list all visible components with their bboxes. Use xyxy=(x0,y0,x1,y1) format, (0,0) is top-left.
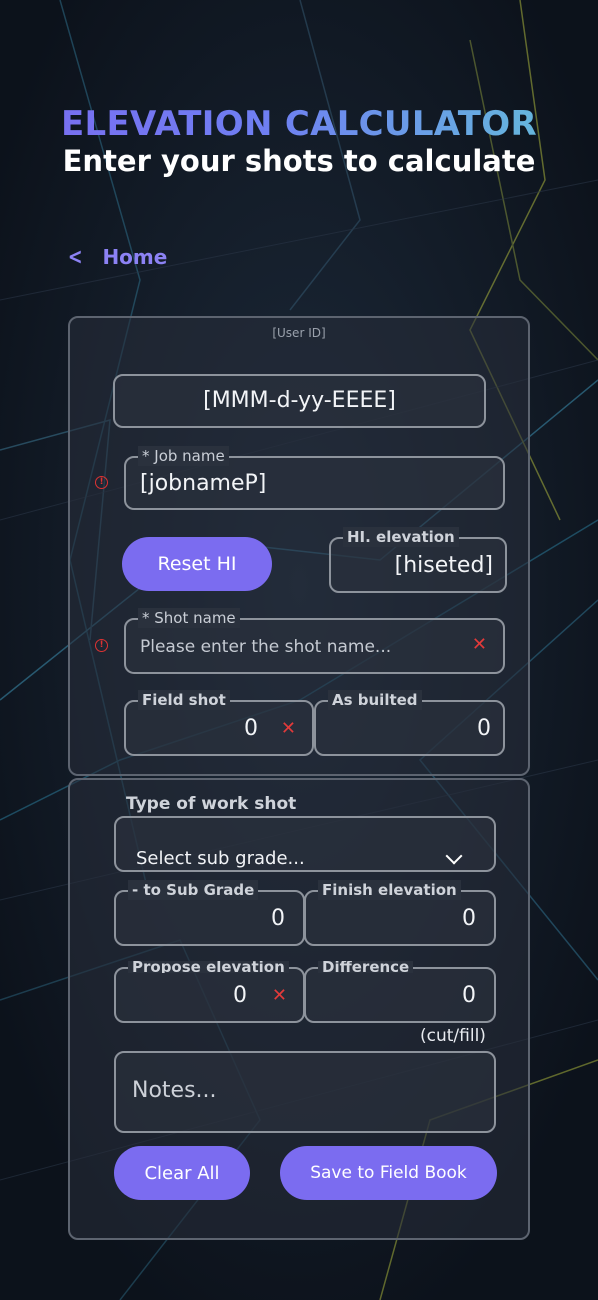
finish-elevation-value: 0 xyxy=(462,906,476,931)
propose-elevation-label: Propose elevation xyxy=(128,961,289,973)
sub-grade-select-value: Select sub grade... xyxy=(136,848,305,869)
hi-elevation-field[interactable]: HI. elevation [hiseted] xyxy=(329,527,507,593)
cut-fill-label: (cut/fill) xyxy=(420,1026,486,1046)
difference-field: Difference 0 xyxy=(304,961,496,1023)
field-shot-value: 0 xyxy=(244,716,258,741)
clear-propose-elevation-icon[interactable]: ✕ xyxy=(272,985,287,1006)
propose-elevation-field[interactable]: Propose elevation 0 ✕ xyxy=(114,961,305,1023)
user-id-label: [User ID] xyxy=(272,326,326,340)
page-subtitle: Enter your shots to calculate xyxy=(62,144,536,178)
field-shot-label: Field shot xyxy=(138,690,230,710)
clear-field-shot-icon[interactable]: ✕ xyxy=(281,718,296,739)
shot-name-placeholder: Please enter the shot name... xyxy=(140,637,392,657)
save-to-field-book-button[interactable]: Save to Field Book xyxy=(280,1146,497,1200)
as-builted-label: As builted xyxy=(328,690,422,710)
shot-name-warning-icon: ! xyxy=(95,639,108,652)
to-sub-grade-field[interactable]: - to Sub Grade 0 xyxy=(114,880,305,946)
finish-elevation-field[interactable]: Finish elevation 0 xyxy=(304,880,496,946)
date-field[interactable]: [MMM-d-yy-EEEE] xyxy=(113,374,486,428)
chevron-down-icon xyxy=(445,847,463,865)
hi-elevation-label: HI. elevation xyxy=(343,527,459,547)
notes-placeholder: Notes... xyxy=(132,1078,217,1103)
clear-all-button[interactable]: Clear All xyxy=(114,1146,250,1200)
chevron-left-icon: < xyxy=(67,244,83,270)
shot-name-field[interactable]: * Shot name Please enter the shot name..… xyxy=(124,608,505,674)
hi-elevation-value: [hiseted] xyxy=(394,553,493,578)
reset-hi-label: Reset HI xyxy=(157,553,237,575)
to-sub-grade-label: - to Sub Grade xyxy=(128,880,259,900)
home-label: Home xyxy=(102,245,168,269)
page-title: ELEVATION CALCULATOR xyxy=(0,104,598,144)
job-name-label: * Job name xyxy=(138,446,229,466)
field-shot-field[interactable]: Field shot 0 ✕ xyxy=(124,690,314,756)
job-name-value: [jobnameP] xyxy=(140,471,267,496)
notes-field[interactable]: Notes... xyxy=(114,1051,496,1133)
clear-all-label: Clear All xyxy=(144,1162,220,1184)
save-to-field-book-label: Save to Field Book xyxy=(310,1163,467,1183)
home-back-link[interactable]: < Home xyxy=(66,242,167,272)
job-name-warning-icon: ! xyxy=(95,476,108,489)
as-builted-value: 0 xyxy=(477,716,491,741)
reset-hi-button[interactable]: Reset HI xyxy=(122,537,272,591)
propose-elevation-value: 0 xyxy=(233,983,247,1008)
sub-grade-select[interactable]: Select sub grade... xyxy=(114,816,496,872)
difference-label: Difference xyxy=(318,961,414,973)
as-builted-field[interactable]: As builted 0 xyxy=(314,690,505,756)
clear-shot-name-icon[interactable]: ✕ xyxy=(472,634,487,655)
job-name-field[interactable]: * Job name [jobnameP] xyxy=(124,446,505,510)
date-value: [MMM-d-yy-EEEE] xyxy=(203,388,396,413)
difference-value: 0 xyxy=(462,983,476,1008)
to-sub-grade-value: 0 xyxy=(271,906,285,931)
finish-elevation-label: Finish elevation xyxy=(318,880,461,900)
shot-name-label: * Shot name xyxy=(138,608,240,628)
type-of-work-label: Type of work shot xyxy=(126,794,297,814)
